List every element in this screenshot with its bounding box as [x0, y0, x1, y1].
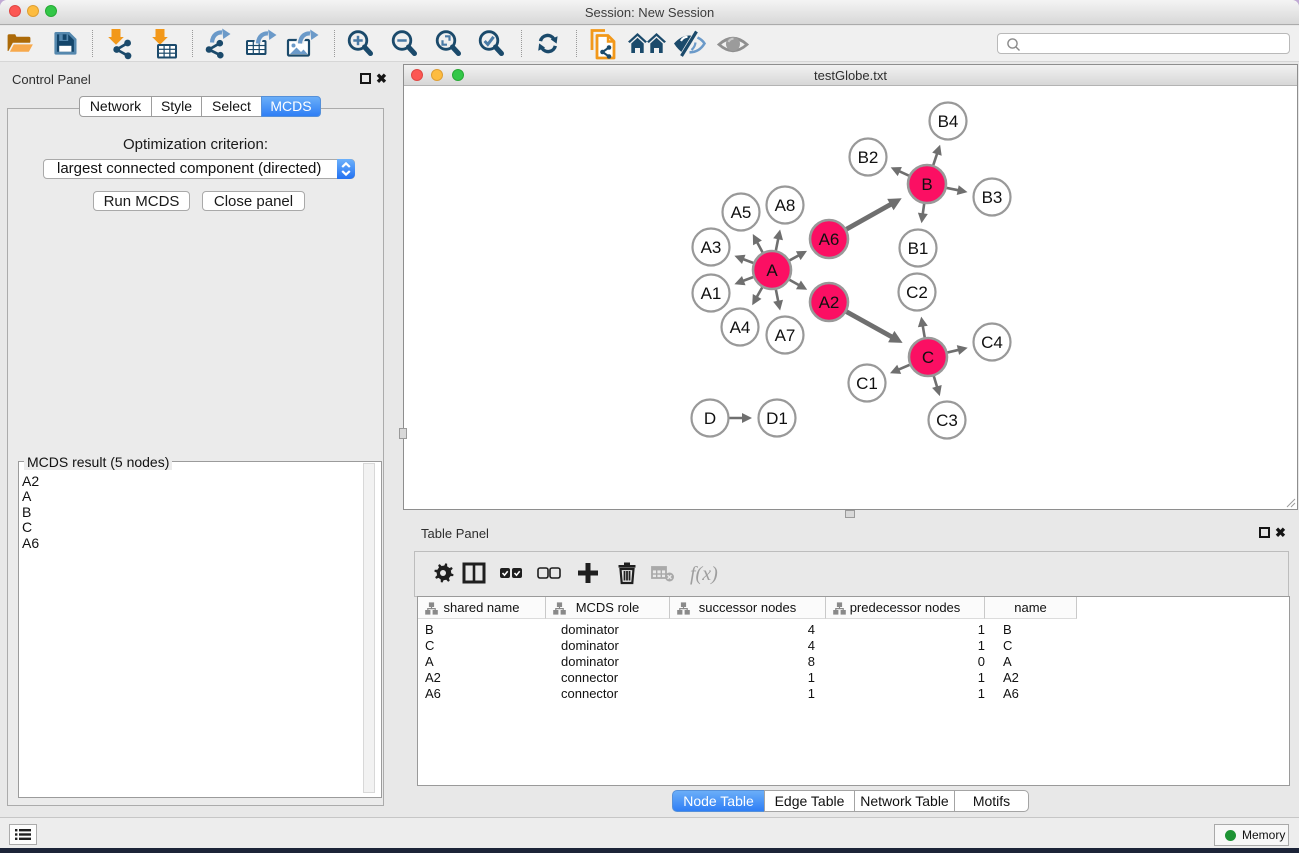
svg-text:A7: A7	[775, 326, 796, 345]
svg-text:B: B	[921, 175, 932, 194]
svg-text:C4: C4	[981, 333, 1003, 352]
svg-text:B1: B1	[908, 239, 929, 258]
svg-text:B4: B4	[938, 112, 959, 131]
svg-text:B3: B3	[982, 188, 1003, 207]
svg-text:A8: A8	[775, 196, 796, 215]
svg-text:D1: D1	[766, 409, 788, 428]
svg-text:C2: C2	[906, 283, 928, 302]
svg-text:A: A	[766, 261, 778, 280]
svg-text:D: D	[704, 409, 716, 428]
svg-text:A6: A6	[819, 230, 840, 249]
svg-text:C1: C1	[856, 374, 878, 393]
svg-text:A5: A5	[731, 203, 752, 222]
svg-text:A1: A1	[701, 284, 722, 303]
svg-text:f(x): f(x)	[690, 563, 718, 585]
svg-text:A2: A2	[819, 293, 840, 312]
svg-text:C: C	[922, 348, 934, 367]
svg-text:B2: B2	[858, 148, 879, 167]
svg-text:A3: A3	[701, 238, 722, 257]
svg-text:C3: C3	[936, 411, 958, 430]
svg-text:A4: A4	[730, 318, 751, 337]
